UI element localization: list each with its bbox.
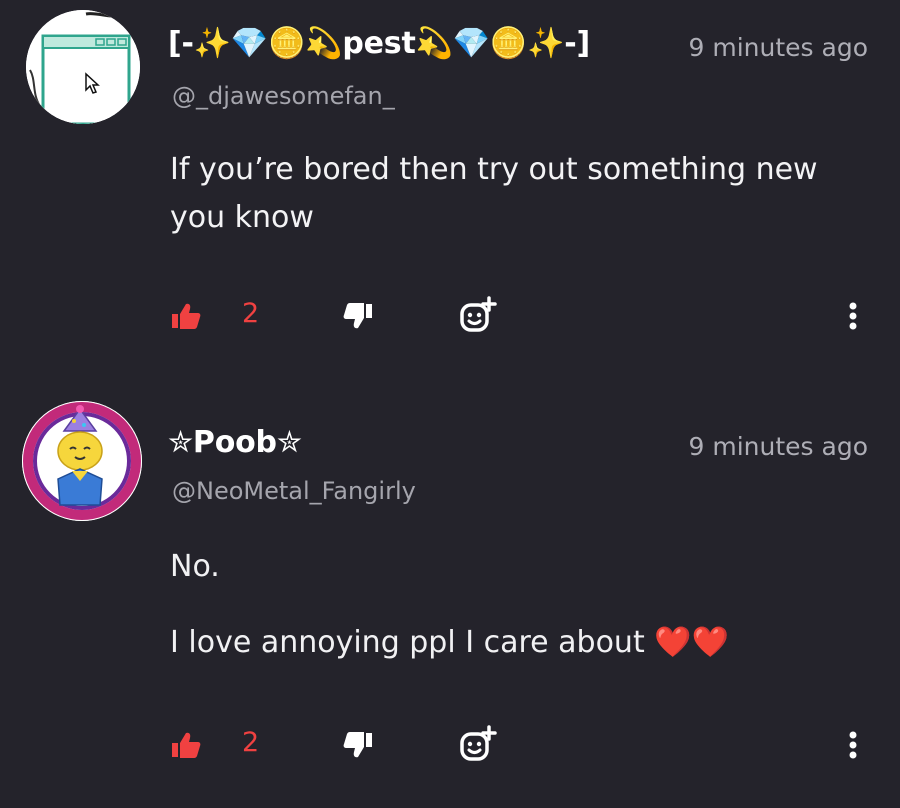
display-name[interactable]: ✮Poob✮: [168, 425, 302, 460]
timestamp: 9 minutes ago: [688, 432, 868, 461]
comment-actions: 2: [0, 296, 900, 336]
more-vertical-icon: [849, 731, 857, 759]
add-reaction-button[interactable]: [458, 725, 498, 765]
dislike-button[interactable]: [342, 725, 374, 765]
timestamp: 9 minutes ago: [688, 33, 868, 62]
display-name[interactable]: [-✨💎🪙💫pest💫💎🪙✨-]: [168, 26, 590, 61]
avatar-party-character-image: [22, 401, 142, 521]
thumbs-down-icon: [343, 732, 372, 758]
username-handle[interactable]: @_djawesomefan_: [172, 82, 395, 110]
more-options-button[interactable]: [838, 725, 868, 765]
dislike-button[interactable]: [342, 296, 374, 336]
comment-text-line: No.: [170, 549, 220, 584]
avatar-window-cursor-image: [26, 10, 140, 124]
like-count: 2: [242, 727, 260, 758]
avatar[interactable]: [22, 401, 142, 521]
like-button[interactable]: [170, 296, 202, 336]
like-button[interactable]: [170, 725, 202, 765]
add-reaction-icon: [460, 725, 497, 761]
avatar[interactable]: [26, 10, 140, 124]
thumbs-down-icon: [343, 303, 372, 329]
username-handle[interactable]: @NeoMetal_Fangirly: [172, 477, 416, 505]
comment-text: If you’re bored then try out something n…: [170, 152, 818, 235]
more-options-button[interactable]: [838, 296, 868, 336]
comment-card: ✮Poob✮ 9 minutes ago @NeoMetal_Fangirly …: [0, 395, 900, 808]
thumbs-up-icon: [172, 303, 201, 329]
like-count: 2: [242, 298, 260, 329]
add-reaction-icon: [460, 296, 497, 332]
comment-actions: 2: [0, 725, 900, 765]
add-reaction-button[interactable]: [458, 296, 498, 336]
comment-text-line: I love annoying ppl I care about ❤️❤️: [170, 625, 729, 660]
thumbs-up-icon: [172, 732, 201, 758]
comment-card: [-✨💎🪙💫pest💫💎🪙✨-] 9 minutes ago @_djaweso…: [0, 0, 900, 395]
more-vertical-icon: [849, 302, 857, 330]
